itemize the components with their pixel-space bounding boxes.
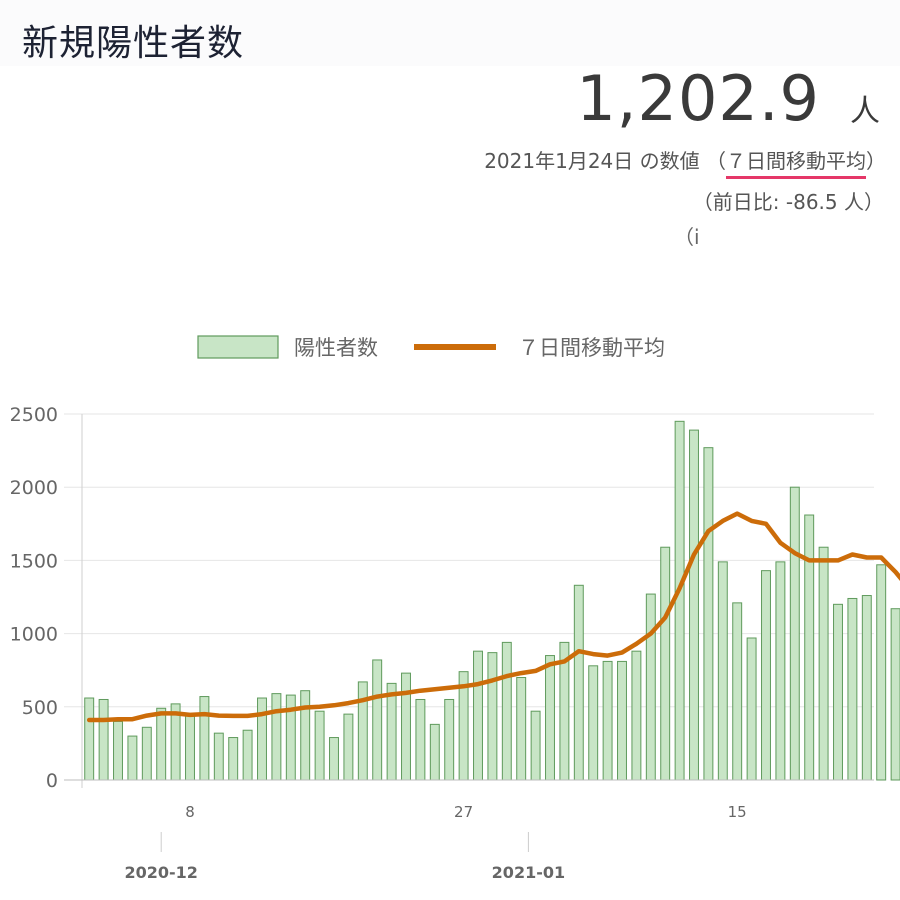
bar [703, 447, 714, 781]
bar [401, 672, 411, 781]
x-period-label: 2020-12 [124, 863, 197, 882]
bar [501, 641, 512, 781]
bar [113, 720, 123, 781]
x-period-label: 2021-01 [492, 863, 565, 882]
bar [775, 561, 786, 781]
bar [732, 602, 743, 781]
bar [444, 698, 455, 781]
bar [890, 608, 900, 781]
bar [415, 698, 426, 781]
bar [156, 707, 167, 781]
legend[interactable]: 陽性者数 ７日間移動平均 [197, 335, 665, 360]
bar [386, 682, 397, 781]
bar [617, 660, 627, 781]
y-tick-label: 1000 [10, 624, 58, 646]
bar [804, 514, 815, 781]
bar [861, 595, 872, 781]
bar [300, 690, 311, 781]
bar [818, 546, 829, 781]
bar [314, 710, 325, 781]
x-tick-label: 8 [185, 803, 195, 821]
bar [429, 723, 440, 781]
bar [689, 429, 699, 781]
bar [473, 650, 483, 781]
bar [660, 546, 671, 781]
y-tick-label: 2000 [10, 477, 58, 499]
bar [141, 726, 152, 781]
bar [357, 681, 368, 781]
bar [185, 713, 195, 781]
bar [213, 732, 224, 781]
bar [717, 561, 728, 781]
bar [761, 570, 771, 781]
bar [271, 693, 282, 781]
bar [127, 735, 138, 781]
bar [516, 677, 527, 781]
bar [602, 660, 613, 781]
bar [199, 696, 210, 781]
bar [242, 729, 253, 781]
cases-chart: 050010001500200025008 27 152020-12 2021-01 … [10, 335, 900, 882]
bar [372, 659, 383, 781]
bar [588, 665, 599, 781]
bar [645, 593, 656, 781]
bar [631, 650, 642, 781]
bar [833, 603, 843, 781]
legend-line-label[interactable]: ７日間移動平均 [518, 336, 665, 360]
bar [98, 698, 109, 781]
bar [530, 710, 541, 781]
legend-bar-swatch[interactable] [197, 335, 279, 359]
bar [876, 564, 887, 781]
bar [84, 697, 95, 781]
bar [545, 655, 555, 781]
x-tick-label: 27 [454, 803, 473, 821]
axes: 0 500 1000 1500 2000 2500 8 27 15 2020-12 2021-01 [10, 404, 874, 882]
y-tick-label: 1500 [10, 550, 58, 572]
bar [487, 652, 498, 781]
x-tick-label: 15 [728, 803, 747, 821]
y-tick-label: 2500 [10, 404, 58, 426]
bar [573, 584, 584, 781]
bar [343, 713, 354, 781]
bar [789, 486, 800, 781]
y-tick-label: 500 [22, 697, 58, 719]
bar [746, 637, 757, 781]
bar [329, 737, 339, 781]
bar [847, 597, 858, 781]
bar [257, 697, 267, 781]
y-tick-label: 0 [46, 770, 58, 792]
bar [228, 737, 239, 781]
legend-bar-label[interactable]: 陽性者数 [294, 336, 378, 360]
bar-series [84, 420, 900, 781]
bar [674, 420, 685, 781]
